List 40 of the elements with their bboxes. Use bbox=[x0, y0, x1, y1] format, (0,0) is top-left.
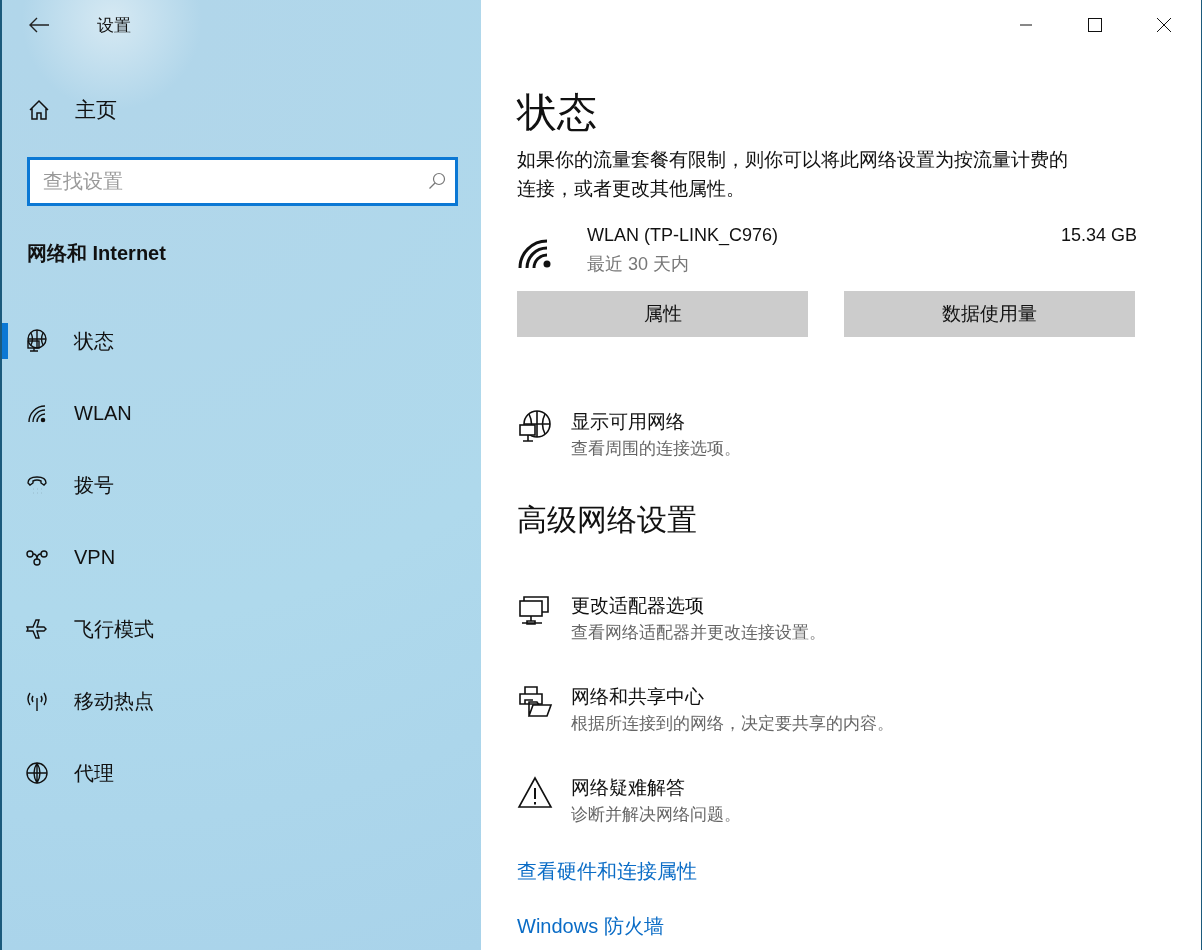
action-description: 查看网络适配器并更改连接设置。 bbox=[571, 622, 826, 644]
data-usage: 15.34 GB bbox=[1060, 225, 1137, 246]
settings-link[interactable]: Windows 防火墙 bbox=[517, 913, 1137, 940]
action-button[interactable]: 数据使用量 bbox=[844, 291, 1135, 337]
settings-link[interactable]: 查看硬件和连接属性 bbox=[517, 858, 1137, 885]
globe-monitor-icon bbox=[517, 409, 553, 445]
page-title: 状态 bbox=[517, 89, 598, 136]
home-nav-item[interactable]: 主页 bbox=[2, 90, 481, 130]
nav-item[interactable]: 状态 bbox=[2, 323, 481, 359]
search-icon bbox=[428, 172, 446, 190]
action-link[interactable]: 显示可用网络 bbox=[571, 409, 741, 435]
nav-item[interactable]: VPN bbox=[2, 539, 481, 575]
window-title: 设置 bbox=[97, 14, 131, 37]
nav-item[interactable]: 代理 bbox=[2, 755, 481, 791]
printer-folder-icon bbox=[517, 684, 553, 720]
globe-monitor-icon bbox=[25, 329, 49, 353]
airplane-icon bbox=[25, 617, 49, 641]
section-heading: 高级网络设置 bbox=[517, 502, 698, 538]
globe-icon bbox=[25, 761, 49, 785]
home-icon bbox=[28, 99, 50, 121]
back-arrow-icon[interactable] bbox=[28, 17, 50, 33]
search-field[interactable]: 查找设置 bbox=[27, 157, 458, 206]
network-name: WLAN (TP-LINK_C976) bbox=[587, 225, 780, 246]
close-icon[interactable] bbox=[1156, 17, 1172, 33]
nav-item[interactable]: 移动热点 bbox=[2, 683, 481, 719]
period-text: 最近 30 天内 bbox=[587, 253, 691, 276]
nav-item[interactable]: 拨号 bbox=[2, 467, 481, 503]
action-description: 诊断并解决网络问题。 bbox=[571, 804, 741, 826]
nav-item[interactable]: WLAN bbox=[2, 395, 481, 431]
warning-icon bbox=[517, 775, 553, 811]
nav-item[interactable]: 飞行模式 bbox=[2, 611, 481, 647]
action-link[interactable]: 网络疑难解答 bbox=[571, 775, 741, 801]
action-description: 根据所连接到的网络，决定要共享的内容。 bbox=[571, 713, 894, 735]
action-description: 查看周围的连接选项。 bbox=[571, 438, 741, 460]
action-link[interactable]: 更改适配器选项 bbox=[571, 593, 826, 619]
section-heading: 网络和 Internet bbox=[27, 241, 167, 266]
action-button[interactable]: 属性 bbox=[517, 291, 808, 337]
action-link[interactable]: 网络和共享中心 bbox=[571, 684, 894, 710]
description-text: 如果你的流量套餐有限制，则你可以将此网络设置为按流量计费的连接，或者更改其他属性。 bbox=[517, 148, 1069, 201]
maximize-icon[interactable] bbox=[1087, 17, 1103, 33]
